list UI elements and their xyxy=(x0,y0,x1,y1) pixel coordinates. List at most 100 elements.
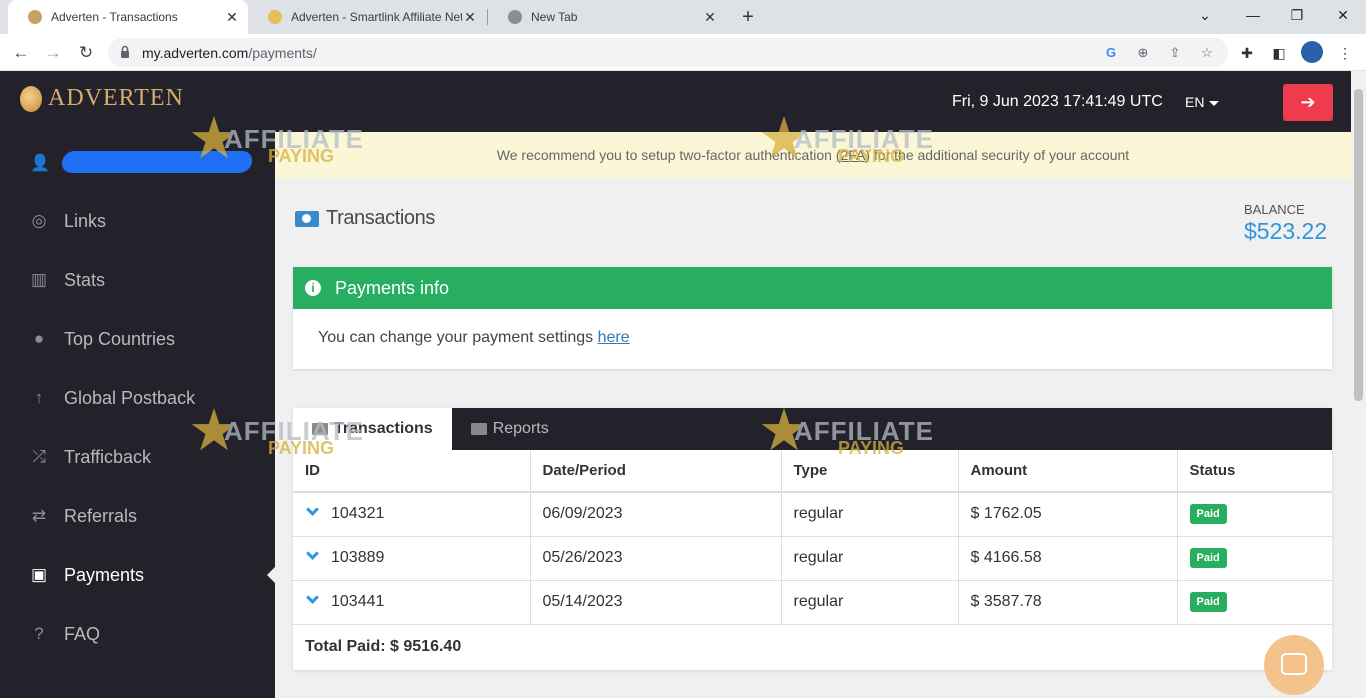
caret-down-icon xyxy=(1209,100,1220,106)
chevron-down-icon[interactable] xyxy=(306,591,319,604)
affiliate-favicon-icon xyxy=(268,10,282,24)
close-window-icon[interactable]: ✕ xyxy=(1323,0,1363,30)
browser-toolbar: ← → ↻ my.adverten.com/payments/ G ⊕ ⇪ ☆ … xyxy=(0,34,1366,71)
transaction-id: 103889 xyxy=(331,549,385,566)
language-selector[interactable]: EN xyxy=(1185,94,1220,110)
sidebar-item-top-countries[interactable]: ● Top Countries xyxy=(28,324,268,354)
browser-tab-new-tab[interactable]: New Tab ✕ xyxy=(488,0,726,34)
cell-date: 06/09/2023 xyxy=(530,492,782,537)
sidebar-item-label: Payments xyxy=(64,564,145,585)
main-content: Transactions BALANCE $523.22 i Payments … xyxy=(275,179,1351,698)
payments-info-card: i Payments info You can change your paym… xyxy=(293,267,1332,369)
chat-icon xyxy=(1281,653,1307,675)
chevron-down-icon[interactable] xyxy=(306,547,319,560)
cell-date: 05/14/2023 xyxy=(530,580,782,625)
back-arrow-icon[interactable]: ← xyxy=(8,40,34,66)
close-tab-icon[interactable]: ✕ xyxy=(702,9,718,26)
browser-tab-adverten-smartlink[interactable]: Adverten - Smartlink Affiliate Net ✕ xyxy=(248,0,486,34)
transactions-tabs: Transactions Reports xyxy=(293,408,1332,450)
cell-amount: $ 4166.58 xyxy=(958,536,1178,581)
top-bar: Fri, 9 Jun 2023 17:41:49 UTC EN ➔ xyxy=(275,71,1351,132)
side-panel-icon[interactable]: ◧ xyxy=(1268,42,1290,64)
address-bar[interactable]: my.adverten.com/payments/ G ⊕ ⇪ ☆ xyxy=(108,38,1228,67)
payments-info-body: You can change your payment settings her… xyxy=(293,309,1332,347)
logout-button[interactable]: ➔ xyxy=(1283,84,1333,121)
tab-reports[interactable]: Reports xyxy=(452,408,568,450)
balance-label: BALANCE xyxy=(1244,202,1305,217)
google-icon[interactable]: G xyxy=(1101,43,1121,63)
status-badge: Paid xyxy=(1189,592,1227,612)
balance-value: $523.22 xyxy=(1244,218,1328,244)
page-scrollbar[interactable] xyxy=(1351,71,1366,698)
chat-widget-button[interactable] xyxy=(1264,635,1324,695)
close-tab-icon[interactable]: ✕ xyxy=(462,9,478,26)
column-header-status: Status xyxy=(1177,450,1332,493)
payment-settings-link[interactable]: here xyxy=(598,329,630,346)
new-tab-plus-icon[interactable]: + xyxy=(738,4,758,30)
tab-label: Transactions xyxy=(334,420,433,437)
exchange-icon: ⇄ xyxy=(31,506,47,525)
zoom-icon[interactable]: ⊕ xyxy=(1133,43,1153,63)
forward-arrow-icon[interactable]: → xyxy=(40,40,66,66)
money-icon xyxy=(312,423,328,435)
table-row[interactable]: 103889 05/26/2023 regular $ 4166.58 Paid xyxy=(293,536,1332,581)
archive-icon xyxy=(470,423,487,435)
arrow-up-icon: ↑ xyxy=(34,388,44,407)
two-factor-banner: We recommend you to setup two-factor aut… xyxy=(275,132,1351,179)
reload-icon[interactable]: ↻ xyxy=(73,40,99,66)
user-account[interactable]: 👤 xyxy=(30,151,254,173)
column-header-amount: Amount xyxy=(958,450,1178,493)
cell-type: regular xyxy=(781,492,959,537)
banner-text-prefix: We recommend you to setup two-factor aut… xyxy=(496,147,832,163)
money-icon: ▣ xyxy=(30,565,48,584)
scrollbar-thumb[interactable] xyxy=(1354,89,1363,401)
sidebar-item-faq[interactable]: ? FAQ xyxy=(28,619,268,649)
more-menu-icon[interactable]: ⋮ xyxy=(1334,42,1356,64)
table-row[interactable]: 104321 06/09/2023 regular $ 1762.05 Paid xyxy=(293,492,1332,537)
sidebar-item-trafficback[interactable]: ⤮ Trafficback xyxy=(28,442,268,472)
bookmark-star-icon[interactable]: ☆ xyxy=(1197,43,1217,63)
profile-avatar[interactable] xyxy=(1301,41,1323,63)
transactions-table: ID Date/Period Type Amount Status 104321… xyxy=(293,450,1332,625)
bar-chart-icon: ▥ xyxy=(30,270,48,289)
tab-title: Adverten - Transactions xyxy=(51,10,178,24)
sidebar-item-payments[interactable]: ▣ Payments xyxy=(28,560,268,590)
sidebar-item-stats[interactable]: ▥ Stats xyxy=(28,265,268,295)
language-code: EN xyxy=(1185,94,1205,110)
tab-label: Reports xyxy=(492,420,549,437)
two-factor-link[interactable]: (2FA) xyxy=(836,147,870,163)
banner-text-suffix: for the additional security of your acco… xyxy=(873,147,1130,163)
table-row[interactable]: 103441 05/14/2023 regular $ 3587.78 Paid xyxy=(293,580,1332,625)
extensions-puzzle-icon[interactable]: ✚ xyxy=(1236,42,1258,64)
minimize-window-icon[interactable]: — xyxy=(1233,0,1273,30)
chevron-down-icon[interactable] xyxy=(306,503,319,517)
close-tab-icon[interactable]: ✕ xyxy=(224,9,240,26)
transaction-id: 104321 xyxy=(331,505,385,523)
shuffle-icon: ⤮ xyxy=(32,447,46,466)
transaction-id: 103441 xyxy=(331,593,385,610)
payments-info-title: Payments info xyxy=(335,277,450,298)
url-host: my.adverten.com xyxy=(142,45,249,61)
sidebar-item-referrals[interactable]: ⇄ Referrals xyxy=(28,501,268,531)
column-header-id: ID xyxy=(293,450,531,493)
cell-amount: $ 1762.05 xyxy=(958,492,1178,537)
payments-info-text: You can change your payment settings xyxy=(318,329,594,346)
tab-transactions[interactable]: Transactions xyxy=(293,408,452,450)
cell-date: 05/26/2023 xyxy=(530,536,782,581)
sidebar-item-links[interactable]: ◎ Links xyxy=(28,206,268,236)
cell-id: 103441 xyxy=(293,580,531,625)
total-paid: Total Paid: $ 9516.40 xyxy=(305,637,462,655)
sidebar-item-label: Top Countries xyxy=(64,328,176,349)
page-title-text: Transactions xyxy=(326,207,435,229)
share-icon[interactable]: ⇪ xyxy=(1165,43,1185,63)
restore-window-icon[interactable]: ❐ xyxy=(1277,0,1317,30)
page-title: Transactions xyxy=(295,207,435,230)
tab-search-chevron-icon[interactable]: ⌄ xyxy=(1185,0,1225,30)
sidebar-item-global-postback[interactable]: ↑ Global Postback xyxy=(28,383,268,413)
url-text: my.adverten.com/payments/ xyxy=(142,45,317,61)
tab-title: Adverten - Smartlink Affiliate Net xyxy=(291,10,462,24)
cell-status: Paid xyxy=(1177,492,1332,537)
adverten-logo[interactable]: ADVERTEN xyxy=(20,85,184,112)
browser-tab-adverten-transactions[interactable]: Adverten - Transactions ✕ xyxy=(8,0,248,34)
url-path: /payments/ xyxy=(248,45,317,61)
